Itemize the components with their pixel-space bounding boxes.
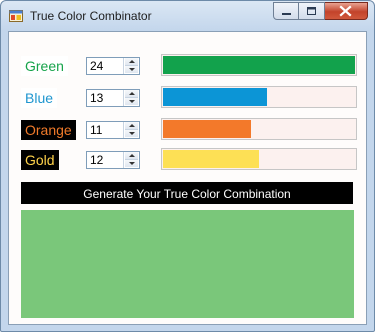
result-color-panel — [21, 210, 354, 318]
app-window: True Color Combinator Green 24 Blue 13 Oran — [0, 0, 375, 332]
maximize-button[interactable] — [299, 2, 325, 20]
spinner-arrows — [123, 152, 139, 168]
caption-buttons — [273, 2, 368, 21]
blue-value: 13 — [90, 91, 104, 105]
spin-down-icon[interactable] — [125, 98, 138, 105]
generate-button[interactable]: Generate Your True Color Combination — [21, 182, 353, 204]
green-level-bar — [161, 54, 357, 76]
title-bar[interactable]: True Color Combinator — [1, 1, 374, 31]
blue-level-fill — [163, 88, 267, 106]
gold-label: Gold — [21, 150, 59, 170]
app-window-icon — [9, 10, 23, 22]
blue-label: Blue — [21, 88, 58, 108]
window-title: True Color Combinator — [30, 9, 152, 23]
spin-down-icon[interactable] — [125, 130, 138, 137]
spinner-arrows — [123, 58, 139, 74]
gold-value-spinner[interactable]: 12 — [86, 151, 140, 169]
close-button[interactable] — [325, 2, 368, 20]
client-area: Green 24 Blue 13 Orange 11 Gold 12 Generate You… — [8, 31, 367, 325]
close-icon — [339, 5, 352, 17]
gold-level-fill — [163, 150, 259, 168]
gold-level-bar — [161, 148, 357, 170]
orange-value-spinner[interactable]: 11 — [86, 121, 140, 139]
spin-up-icon[interactable] — [125, 152, 138, 160]
green-level-fill — [163, 56, 355, 74]
gold-value: 12 — [90, 153, 104, 167]
green-label: Green — [21, 56, 68, 76]
spinner-arrows — [123, 90, 139, 106]
orange-level-bar — [161, 118, 357, 140]
blue-level-bar — [161, 86, 357, 108]
spinner-arrows — [123, 122, 139, 138]
orange-value: 11 — [90, 123, 103, 137]
green-value-spinner[interactable]: 24 — [86, 57, 140, 75]
spin-up-icon[interactable] — [125, 58, 138, 66]
spin-down-icon[interactable] — [125, 160, 138, 167]
spin-up-icon[interactable] — [125, 122, 138, 130]
blue-value-spinner[interactable]: 13 — [86, 89, 140, 107]
minimize-button[interactable] — [273, 2, 299, 20]
maximize-icon — [307, 7, 316, 15]
spin-down-icon[interactable] — [125, 66, 138, 73]
orange-level-fill — [163, 120, 251, 138]
minimize-icon — [282, 13, 291, 15]
spin-up-icon[interactable] — [125, 90, 138, 98]
orange-label: Orange — [21, 120, 76, 140]
green-value: 24 — [90, 59, 104, 73]
